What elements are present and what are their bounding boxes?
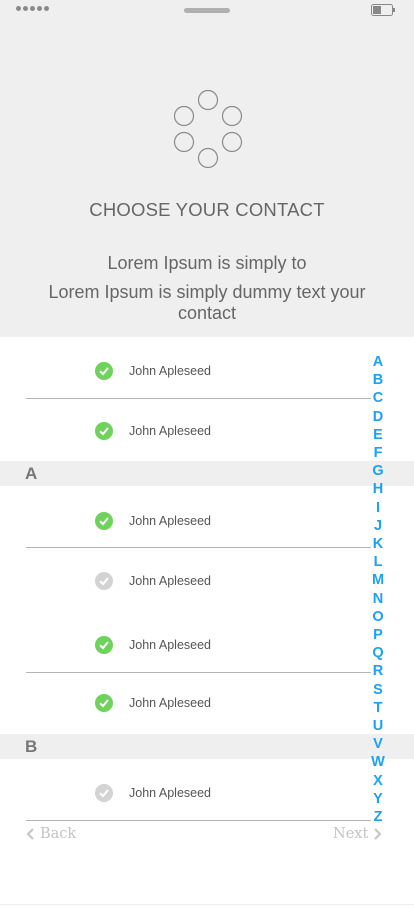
contact-name: John Apleseed — [129, 514, 212, 528]
index-letter-n[interactable]: N — [368, 590, 388, 608]
section-header-a: A — [0, 461, 414, 486]
contact-name: John Apleseed — [129, 424, 212, 438]
contact-row[interactable]: John Apleseed — [0, 688, 414, 718]
contact-list: John Apleseed John Apleseed A John Aples… — [0, 337, 414, 827]
index-letter-c[interactable]: C — [368, 389, 388, 407]
section-header-b: B — [0, 734, 414, 759]
unchecked-icon[interactable] — [95, 784, 113, 802]
chevron-right-icon — [374, 828, 382, 840]
index-letter-w[interactable]: W — [368, 753, 388, 771]
index-letter-x[interactable]: X — [368, 772, 388, 790]
index-letter-s[interactable]: S — [368, 681, 388, 699]
subtitle-line-1: Lorem Ipsum is simply to — [107, 253, 307, 273]
index-letter-v[interactable]: V — [368, 735, 388, 753]
contact-name: John Apleseed — [129, 574, 212, 588]
signal-dots-icon — [16, 6, 49, 11]
checked-icon[interactable] — [95, 512, 113, 530]
subtitle-line-2: Lorem Ipsum is simply dummy text your co… — [48, 282, 366, 323]
header-panel: CHOOSE YOUR CONTACT Lorem Ipsum is simpl… — [0, 22, 414, 337]
speaker-notch — [184, 8, 230, 13]
battery-icon — [371, 4, 395, 16]
next-label: Next — [333, 826, 369, 842]
divider — [26, 398, 371, 399]
divider — [26, 547, 371, 548]
contact-row[interactable]: John Apleseed — [0, 506, 414, 536]
index-letter-l[interactable]: L — [368, 553, 388, 571]
page-title: CHOOSE YOUR CONTACT — [89, 199, 325, 220]
index-letter-q[interactable]: Q — [368, 644, 388, 662]
section-letter: A — [25, 464, 38, 483]
divider — [26, 672, 371, 673]
bottom-divider — [0, 904, 414, 905]
divider — [26, 820, 371, 821]
alphabet-index[interactable]: A B C D E F G H I J K L M N O P Q R S T … — [368, 353, 388, 826]
contact-name: John Apleseed — [129, 696, 212, 710]
index-letter-m[interactable]: M — [368, 571, 388, 589]
index-letter-u[interactable]: U — [368, 717, 388, 735]
index-letter-p[interactable]: P — [368, 626, 388, 644]
unchecked-icon[interactable] — [95, 572, 113, 590]
contact-row[interactable]: John Apleseed — [0, 630, 414, 660]
index-letter-h[interactable]: H — [368, 480, 388, 498]
status-bar — [0, 0, 414, 22]
index-letter-o[interactable]: O — [368, 608, 388, 626]
next-button[interactable]: Next — [333, 826, 382, 842]
index-letter-k[interactable]: K — [368, 535, 388, 553]
contact-row[interactable]: John Apleseed — [0, 416, 414, 446]
index-letter-e[interactable]: E — [368, 426, 388, 444]
contact-row[interactable]: John Apleseed — [0, 356, 414, 386]
back-label: Back — [40, 826, 77, 842]
index-letter-f[interactable]: F — [368, 444, 388, 462]
index-letter-a[interactable]: A — [368, 353, 388, 371]
index-letter-y[interactable]: Y — [368, 790, 388, 808]
contact-row[interactable]: John Apleseed — [0, 566, 414, 596]
checked-icon[interactable] — [95, 422, 113, 440]
back-button[interactable]: Back — [26, 826, 76, 842]
checked-icon[interactable] — [95, 694, 113, 712]
checked-icon[interactable] — [95, 362, 113, 380]
index-letter-z[interactable]: Z — [368, 808, 388, 826]
index-letter-t[interactable]: T — [368, 699, 388, 717]
contact-name: John Apleseed — [129, 638, 212, 652]
index-letter-b[interactable]: B — [368, 371, 388, 389]
section-letter: B — [25, 737, 38, 756]
chevron-left-icon — [26, 828, 34, 840]
index-letter-d[interactable]: D — [368, 408, 388, 426]
loading-spinner-icon — [173, 89, 243, 169]
contact-row[interactable]: John Apleseed — [0, 778, 414, 808]
index-letter-j[interactable]: J — [368, 517, 388, 535]
checked-icon[interactable] — [95, 636, 113, 654]
index-letter-g[interactable]: G — [368, 462, 388, 480]
contact-name: John Apleseed — [129, 786, 212, 800]
index-letter-i[interactable]: I — [368, 499, 388, 517]
contact-name: John Apleseed — [129, 364, 212, 378]
index-letter-r[interactable]: R — [368, 662, 388, 680]
